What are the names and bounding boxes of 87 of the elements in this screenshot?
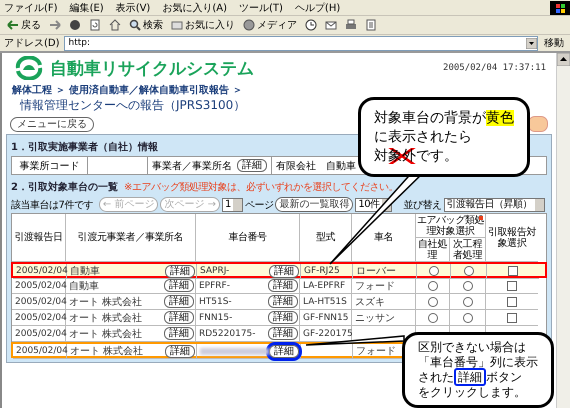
radio-button[interactable] [464, 266, 474, 276]
menu-item[interactable]: ツール(T) [239, 0, 283, 14]
table-cell-text: 自動車 [69, 280, 99, 292]
address-text: http: [68, 38, 92, 48]
checkbox[interactable] [507, 280, 517, 290]
table-cell-text: オート 株式会社 [70, 344, 144, 358]
printer-icon [345, 19, 357, 31]
radio-button[interactable] [428, 266, 438, 276]
checkbox[interactable] [508, 266, 518, 276]
table-cell: 事業所コード [12, 157, 88, 174]
section-heading: 1．引取実施事業者（自社）情報 [11, 140, 158, 155]
home-icon [109, 19, 121, 31]
folder-icon [171, 19, 183, 31]
menu-return-button[interactable]: メニューに戻る [10, 116, 94, 132]
toolbar-button[interactable]: 検索 [126, 18, 166, 32]
refresh-list-button[interactable]: 最新の一覧取得 [275, 197, 354, 212]
forward-arrow-icon [49, 19, 61, 31]
radio-button[interactable] [428, 296, 438, 306]
table-cell: EPFRF- [199, 280, 230, 290]
checkbox[interactable] [507, 296, 517, 306]
checkbox[interactable] [507, 312, 517, 322]
radio-button[interactable] [428, 280, 438, 290]
radio-button[interactable] [428, 312, 438, 322]
radio-button[interactable] [462, 280, 472, 290]
table-row[interactable]: 2005/02/04 自動車 詳細 SAPRJ- 詳細 GF-RJ25 ローバー [11, 262, 547, 278]
sort-select[interactable]: 引渡報告日（昇順） [444, 198, 546, 212]
table-cell-text: オート 株式会社 [69, 312, 142, 324]
table-cell: HT51S- [199, 296, 232, 306]
detail-button[interactable]: 詳細 [269, 264, 299, 278]
section-heading: 2．引取対象車台の一覧 [11, 180, 118, 195]
breadcrumb[interactable]: 解体工程 ＞ 使用済自動車／解体自動車引取報告 ＞ [6, 83, 552, 97]
logo-text: 自動車リサイクルシステム [50, 58, 254, 80]
radio-button[interactable] [462, 312, 472, 322]
toolbar-button[interactable]: 戻る [4, 18, 44, 32]
mail-icon [325, 19, 337, 31]
table-cell: 2005/02/04 [13, 344, 67, 359]
menu-item[interactable]: 編集(E) [70, 0, 104, 14]
menu-item[interactable]: 表示(V) [116, 0, 150, 14]
table-cell: SAPRJ- [200, 266, 230, 276]
address-field[interactable]: http: [64, 36, 538, 50]
scroll-up-icon[interactable] [557, 53, 570, 66]
timestamp: 2005/02/04 17:37:11 [443, 63, 546, 73]
document-icon [365, 19, 377, 31]
table-cell-text: 有限会社 自動車 [276, 160, 356, 172]
toolbar-button[interactable]: お気に入り [168, 18, 238, 32]
table-row[interactable]: 2005/02/04 オート 株式会社 詳細 FNN15- 詳細 GF-FNN15 ニッサン [11, 310, 547, 326]
detail-button[interactable]: 詳細 [164, 327, 194, 340]
table-cell-text: オート 株式会社 [69, 296, 142, 308]
table-cell-text: オート 株式会社 [69, 328, 142, 340]
sort-label: 並び替え [404, 198, 442, 212]
field-label: 事業者／事業所名 [152, 160, 232, 172]
detail-button[interactable]: 詳細 [268, 311, 298, 324]
history-icon [305, 19, 317, 31]
search-icon [129, 19, 141, 31]
warning-note: ※エアバッグ類処理対象は、必ずいずれかを選択してください。 [124, 180, 398, 194]
page-label: ページ [244, 198, 274, 212]
detail-button[interactable]: 詳細 [268, 327, 298, 340]
table-row[interactable]: 2005/02/04 自動車 詳細 EPFRF- 詳細 LA-EPFRF フォード [11, 278, 547, 294]
table-cell-text: 自動車 [70, 264, 100, 278]
table-cell: FNN15- [199, 312, 232, 322]
page-title: 情報管理センターへの報告（JPRS3100） [18, 97, 246, 114]
menu-item[interactable]: ファイル(F) [4, 0, 58, 14]
detail-button[interactable]: 詳細 [164, 279, 194, 292]
back-arrow-icon [7, 19, 19, 31]
radio-button[interactable] [462, 296, 472, 306]
go-button[interactable]: 移動 [542, 36, 566, 50]
table-row[interactable]: 2005/02/04 オート 株式会社 詳細 HT51S- 詳細 LA-HT51S スズキ [11, 294, 547, 310]
scrollbar[interactable] [556, 53, 570, 408]
partly-hidden-button[interactable] [528, 116, 548, 132]
detail-button[interactable]: 詳細 [165, 344, 195, 358]
detail-button[interactable]: 詳細 [268, 279, 298, 292]
detail-button[interactable]: 詳細 [164, 295, 194, 308]
detail-button[interactable]: 詳細 [165, 264, 195, 278]
table-cell: RD5220175- [199, 328, 256, 338]
toolbar-button[interactable]: メディア [240, 18, 300, 32]
page-select[interactable]: 1 [222, 198, 243, 212]
refresh-icon [89, 19, 101, 31]
menu-item[interactable]: お気に入り(A) [162, 0, 227, 14]
menu-item[interactable]: ヘルプ(H) [294, 0, 340, 14]
detail-button[interactable]: 詳細 [237, 159, 267, 172]
windows-logo-icon [550, 0, 570, 14]
detail-button[interactable]: 詳細 [268, 295, 298, 308]
stop-icon [69, 19, 81, 31]
detail-button[interactable]: 詳細 [164, 311, 194, 324]
dropdown-arrow-icon[interactable] [526, 38, 537, 48]
result-count: 該当車台は7件です [11, 198, 93, 212]
address-label: アドレス(D) [4, 37, 60, 50]
